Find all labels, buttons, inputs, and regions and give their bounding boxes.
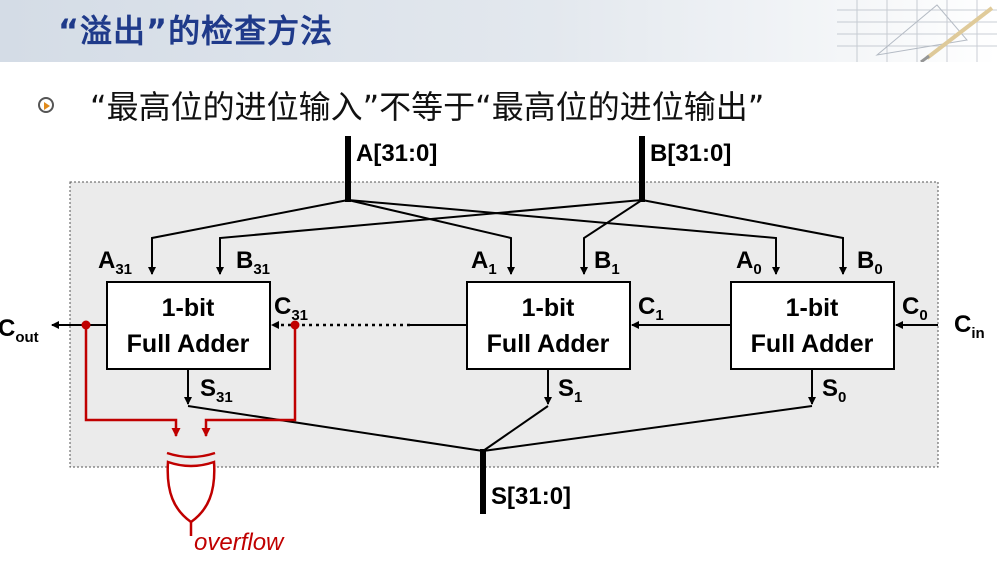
svg-text:1-bit: 1-bit — [786, 294, 839, 322]
svg-text:Full Adder: Full Adder — [487, 330, 610, 358]
bus-a-label: A[31:0] — [356, 140, 437, 167]
svg-text:1-bit: 1-bit — [162, 294, 215, 322]
ripple-carry-adder-diagram: A[31:0] B[31:0] A31 B31 A1 B1 A0 B0 1-bi… — [0, 136, 985, 556]
svg-text:Full Adder: Full Adder — [751, 330, 874, 358]
carry-out-junction — [81, 320, 91, 330]
bus-b-label: B[31:0] — [650, 140, 731, 167]
full-adder-0: 1-bit Full Adder — [730, 281, 895, 370]
full-adder-31: 1-bit Full Adder — [106, 281, 271, 370]
carry-in-label: Cin — [954, 311, 985, 342]
carry31-junction — [290, 320, 300, 330]
bus-s-label: S[31:0] — [491, 483, 571, 510]
full-adder-1: 1-bit Full Adder — [466, 281, 631, 370]
overflow-label: overflow — [194, 529, 285, 556]
carry-out-label: Cout — [0, 315, 39, 346]
svg-text:Full Adder: Full Adder — [127, 330, 250, 358]
svg-text:1-bit: 1-bit — [522, 294, 575, 322]
